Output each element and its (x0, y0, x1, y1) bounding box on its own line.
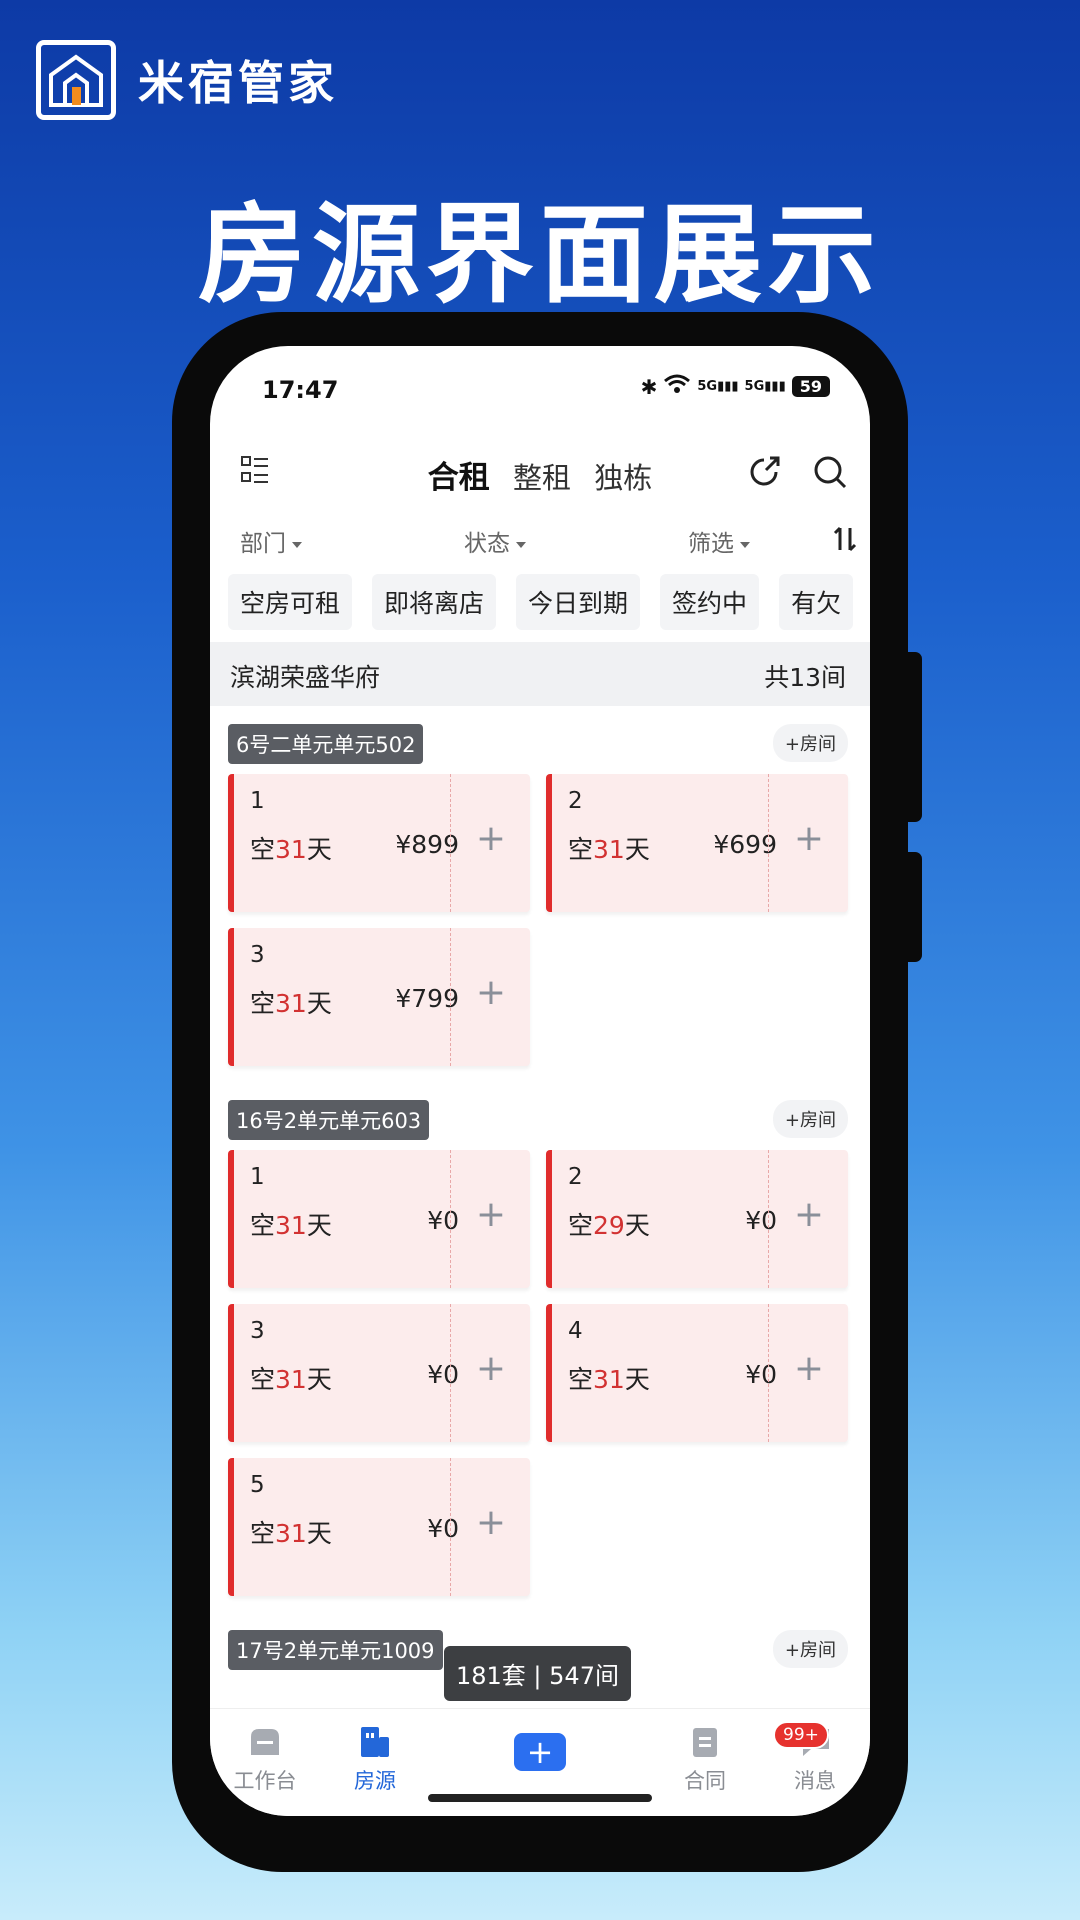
vacancy-text: 空31天 (568, 835, 650, 864)
add-room-button[interactable]: +房间 (772, 724, 848, 762)
home-indicator (428, 1794, 652, 1802)
signal-icon: 5G▮▮▮ (697, 379, 739, 394)
add-tenant-plus-icon[interactable]: + (452, 1348, 530, 1389)
phone-screen: 17:47 ✱ 5G▮▮▮ 5G▮▮▮ 59 合租 整租 独栋 部门 状态 筛选… (210, 346, 870, 1816)
battery-icon: 59 (791, 376, 830, 397)
brand-logo-icon (36, 40, 116, 120)
room-number: 1 (250, 788, 265, 814)
room-price: ¥0 (427, 1514, 459, 1543)
caret-down-icon (292, 541, 302, 548)
room-card[interactable]: 4 空31天 ¥0 + (546, 1304, 848, 1442)
filter-dropdown[interactable]: 筛选 (688, 524, 750, 558)
vacancy-text: 空29天 (568, 1211, 650, 1240)
summary-toast: 181套 | 547间 (444, 1646, 631, 1701)
volume-button (908, 652, 922, 822)
room-number: 3 (250, 942, 265, 968)
tab-whole-rent[interactable]: 整租 (513, 461, 571, 495)
top-nav: 合租 整租 独栋 (210, 436, 870, 506)
room-number: 2 (568, 788, 583, 814)
status-time: 17:47 (262, 376, 339, 404)
vacancy-text: 空31天 (250, 1211, 332, 1240)
message-badge: 99+ (773, 1721, 829, 1749)
add-tenant-plus-icon[interactable]: + (770, 818, 848, 859)
room-price: ¥0 (745, 1206, 777, 1235)
property-name: 滨湖荣盛华府 (230, 663, 381, 692)
room-price: ¥699 (713, 830, 777, 859)
brand: 米宿管家 (36, 40, 338, 120)
room-card[interactable]: 2 空29天 ¥0 + (546, 1150, 848, 1288)
room-price: ¥899 (395, 830, 459, 859)
tab-contracts[interactable]: 合同 (650, 1725, 760, 1795)
vacancy-text: 空31天 (568, 1365, 650, 1394)
tab-workbench[interactable]: 工作台 (210, 1725, 320, 1795)
filter-bar: 部门 状态 筛选 (210, 514, 870, 566)
room-list: 6号二单元单元502 +房间 1 空31天 ¥899 + 2 空31天 ¥699… (210, 706, 870, 1676)
add-tenant-plus-icon[interactable]: + (770, 1194, 848, 1235)
tab-listings[interactable]: 房源 (320, 1725, 430, 1795)
room-card[interactable]: 3 空31天 ¥799 + (228, 928, 530, 1066)
quick-filter-chips: 空房可租 即将离店 今日到期 签约中 有欠 (228, 574, 870, 630)
room-price: ¥799 (395, 984, 459, 1013)
tab-standalone[interactable]: 独栋 (594, 461, 652, 495)
property-header: 滨湖荣盛华府 共13间 (210, 642, 870, 706)
room-number: 1 (250, 1164, 265, 1190)
vacancy-text: 空31天 (250, 1365, 332, 1394)
sort-icon[interactable] (832, 524, 858, 560)
signal-icon: 5G▮▮▮ (744, 379, 786, 394)
room-price: ¥0 (427, 1360, 459, 1389)
add-room-button[interactable]: +房间 (772, 1100, 848, 1138)
status-icons: ✱ 5G▮▮▮ 5G▮▮▮ 59 (641, 374, 830, 399)
room-card[interactable]: 1 空31天 ¥0 + (228, 1150, 530, 1288)
brand-name: 米宿管家 (138, 56, 338, 110)
add-tenant-plus-icon[interactable]: + (452, 972, 530, 1013)
chip-due-today[interactable]: 今日到期 (516, 574, 641, 630)
room-number: 2 (568, 1164, 583, 1190)
vacancy-text: 空31天 (250, 989, 332, 1018)
room-number: 5 (250, 1472, 265, 1498)
phone-frame: 17:47 ✱ 5G▮▮▮ 5G▮▮▮ 59 合租 整租 独栋 部门 状态 筛选… (172, 312, 922, 1872)
status-bar: 17:47 ✱ 5G▮▮▮ 5G▮▮▮ 59 (210, 372, 870, 412)
unit-tag: 6号二单元单元502 (228, 724, 424, 764)
property-room-count: 共13间 (764, 663, 846, 692)
wifi-icon (663, 374, 691, 399)
room-card[interactable]: 5 空31天 ¥0 + (228, 1458, 530, 1596)
unit-tag: 17号2单元单元1009 (228, 1630, 443, 1670)
chip-arrears[interactable]: 有欠 (779, 574, 854, 630)
add-room-button[interactable]: +房间 (772, 1630, 848, 1668)
caret-down-icon (516, 541, 526, 548)
vacancy-text: 空31天 (250, 1519, 332, 1548)
room-price: ¥0 (427, 1206, 459, 1235)
room-price: ¥0 (745, 1360, 777, 1389)
tab-shared-rent[interactable]: 合租 (428, 460, 490, 496)
promo-headline: 房源界面展示 (197, 193, 882, 318)
unit-tag: 16号2单元单元603 (228, 1100, 430, 1140)
add-plus-button[interactable]: + (514, 1733, 566, 1771)
share-icon[interactable] (746, 454, 782, 494)
unit-section: 6号二单元单元502 +房间 1 空31天 ¥899 + 2 空31天 ¥699… (210, 706, 870, 1066)
room-card[interactable]: 1 空31天 ¥899 + (228, 774, 530, 912)
chip-vacant[interactable]: 空房可租 (228, 574, 353, 630)
vacancy-text: 空31天 (250, 835, 332, 864)
room-number: 3 (250, 1318, 265, 1344)
chip-signing[interactable]: 签约中 (660, 574, 760, 630)
search-icon[interactable] (812, 454, 848, 494)
contract-icon (687, 1725, 723, 1759)
add-tenant-plus-icon[interactable]: + (770, 1348, 848, 1389)
room-number: 4 (568, 1318, 583, 1344)
chip-leaving-soon[interactable]: 即将离店 (372, 574, 497, 630)
room-card[interactable]: 2 空31天 ¥699 + (546, 774, 848, 912)
room-card[interactable]: 3 空31天 ¥0 + (228, 1304, 530, 1442)
department-dropdown[interactable]: 部门 (240, 524, 302, 558)
add-tenant-plus-icon[interactable]: + (452, 1502, 530, 1543)
status-dropdown[interactable]: 状态 (464, 524, 526, 558)
add-tenant-plus-icon[interactable]: + (452, 1194, 530, 1235)
workbench-icon (247, 1725, 283, 1759)
bluetooth-icon: ✱ (640, 374, 658, 399)
unit-section: 16号2单元单元603 +房间 1 空31天 ¥0 + 2 空29天 ¥0 + … (210, 1082, 870, 1596)
add-tenant-plus-icon[interactable]: + (452, 818, 530, 859)
caret-down-icon (740, 541, 750, 548)
power-button (908, 852, 922, 962)
building-icon (357, 1725, 393, 1759)
